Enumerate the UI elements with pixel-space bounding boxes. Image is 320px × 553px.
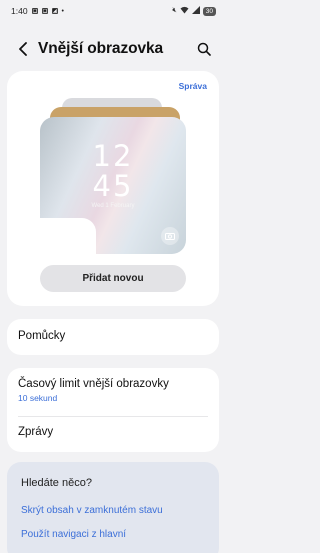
clock-minutes: 45: [92, 169, 134, 203]
suggestion-link-hide-content[interactable]: Skrýt obsah v zamknutém stavu: [21, 505, 163, 516]
battery-indicator: 30: [202, 6, 216, 16]
add-new-button[interactable]: Přidat novou: [40, 265, 186, 292]
notification-icon: ▣: [31, 8, 38, 14]
app-header: Vnější obrazovka: [0, 32, 226, 66]
notification-icon-3: ◩: [51, 8, 58, 14]
wifi-icon: [180, 6, 189, 16]
timeout-value: 10 sekund: [18, 393, 58, 403]
timeout-row[interactable]: Časový limit vnější obrazovky 10 sekund: [18, 378, 208, 403]
suggestions-card: Hledáte něco? Skrýt obsah v zamknutém st…: [7, 462, 219, 553]
messages-label: Zprávy: [18, 426, 54, 438]
clock-hours: 12: [92, 139, 134, 173]
back-button[interactable]: [13, 37, 33, 61]
back-arrow-icon: [19, 42, 27, 56]
search-button[interactable]: [194, 39, 214, 59]
suggestion-link-navigation[interactable]: Použít navigaci z hlavní: [21, 529, 126, 540]
mute-icon: 🔇︎: [172, 7, 177, 14]
messages-row[interactable]: Zprávy: [18, 426, 208, 438]
more-notifications-icon: •: [61, 7, 64, 15]
notification-icon-2: ▣: [41, 8, 48, 14]
status-bar: 1:40 ▣ ▣ ◩ • 🔇︎ 30: [0, 0, 226, 22]
page-title: Vnější obrazovka: [38, 40, 164, 57]
divider: [18, 416, 208, 417]
status-left: 1:40 ▣ ▣ ◩ •: [11, 6, 64, 16]
manage-link[interactable]: Správa: [179, 81, 207, 91]
signal-icon: [191, 6, 200, 16]
camera-icon: [161, 227, 179, 245]
settings-group: Časový limit vnější obrazovky 10 sekund …: [7, 368, 219, 452]
status-right: 🔇︎ 30: [172, 6, 216, 16]
widgets-label: Pomůcky: [18, 330, 66, 342]
widgets-group: Pomůcky: [7, 319, 219, 355]
cover-screen-preview-card: Správa 12 45 Wed 1 February Přidat novou: [7, 71, 219, 306]
search-icon: [197, 42, 211, 56]
widgets-row[interactable]: Pomůcky: [18, 330, 208, 342]
preview-cutout: [40, 218, 96, 258]
suggestions-title: Hledáte něco?: [21, 477, 92, 489]
status-time: 1:40: [11, 6, 28, 16]
timeout-label: Časový limit vnější obrazovky: [18, 378, 169, 390]
clock-date: Wed 1 February: [91, 203, 135, 209]
